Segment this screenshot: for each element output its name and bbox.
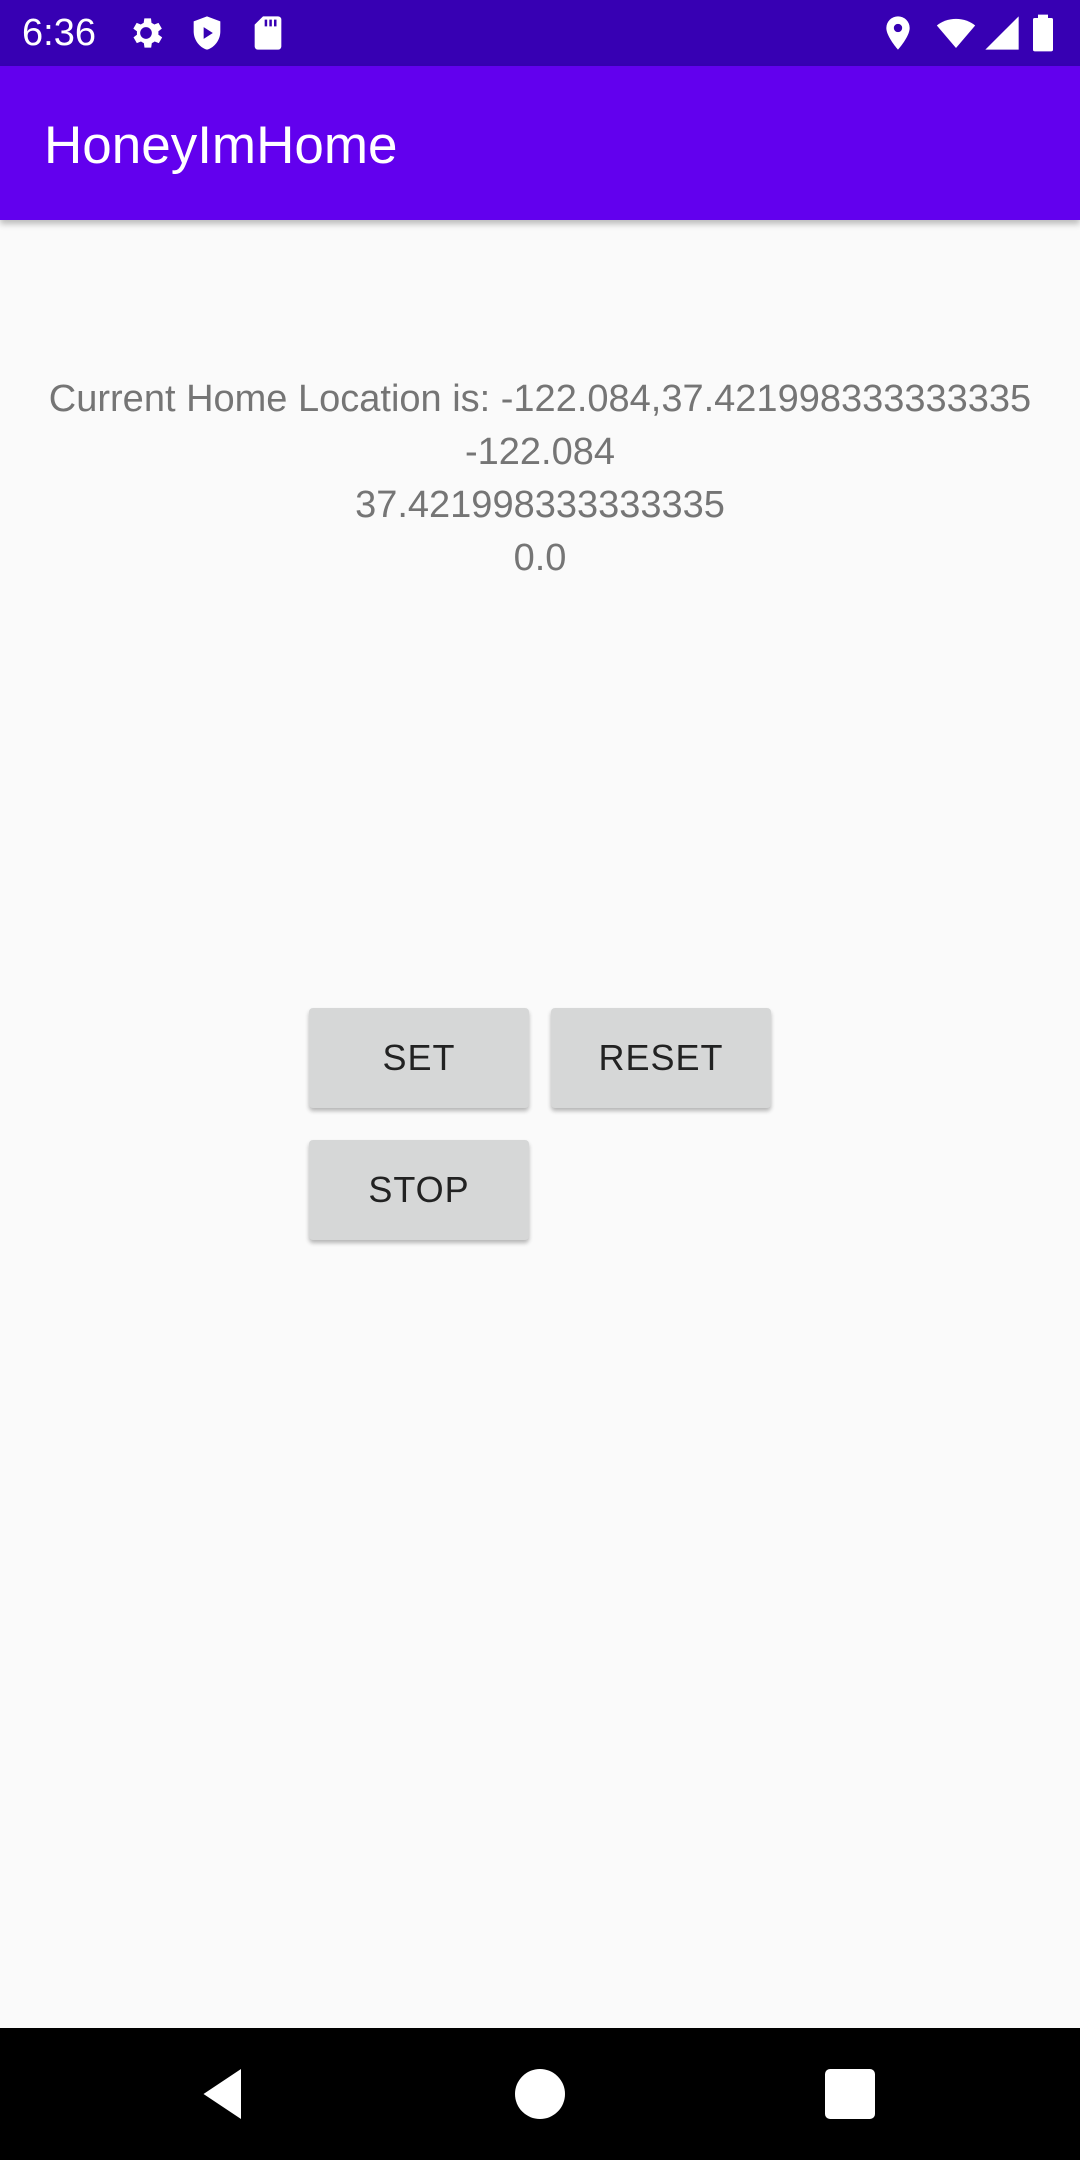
gear-icon bbox=[126, 13, 166, 53]
app-screen: 6:36 HoneyImHome Current Home Location i… bbox=[0, 0, 1080, 2160]
set-button[interactable]: SET bbox=[309, 1008, 529, 1108]
third-value-text: 0.0 bbox=[513, 537, 567, 579]
app-bar: HoneyImHome bbox=[0, 66, 1080, 220]
location-pin-icon bbox=[878, 13, 918, 53]
stop-button[interactable]: STOP bbox=[309, 1140, 529, 1240]
app-title: HoneyImHome bbox=[44, 116, 398, 175]
sd-card-icon bbox=[248, 13, 288, 53]
current-home-location-text: Current Home Location is: -122.084,37.42… bbox=[48, 378, 1032, 420]
location-info: Current Home Location is: -122.084,37.42… bbox=[0, 373, 1080, 585]
reset-button[interactable]: RESET bbox=[551, 1008, 771, 1108]
recents-icon[interactable] bbox=[820, 2064, 880, 2124]
home-icon[interactable] bbox=[510, 2064, 570, 2124]
shield-play-icon bbox=[187, 13, 227, 53]
wifi-icon bbox=[936, 13, 976, 53]
status-bar: 6:36 bbox=[0, 0, 1080, 66]
navigation-bar bbox=[0, 2028, 1080, 2160]
cell-signal-icon bbox=[982, 13, 1022, 53]
longitude-text: -122.084 bbox=[464, 431, 615, 473]
battery-icon bbox=[1028, 13, 1058, 53]
status-time: 6:36 bbox=[22, 12, 96, 54]
latitude-text: 37.421998333333335 bbox=[355, 484, 725, 526]
back-icon[interactable] bbox=[196, 2064, 256, 2124]
